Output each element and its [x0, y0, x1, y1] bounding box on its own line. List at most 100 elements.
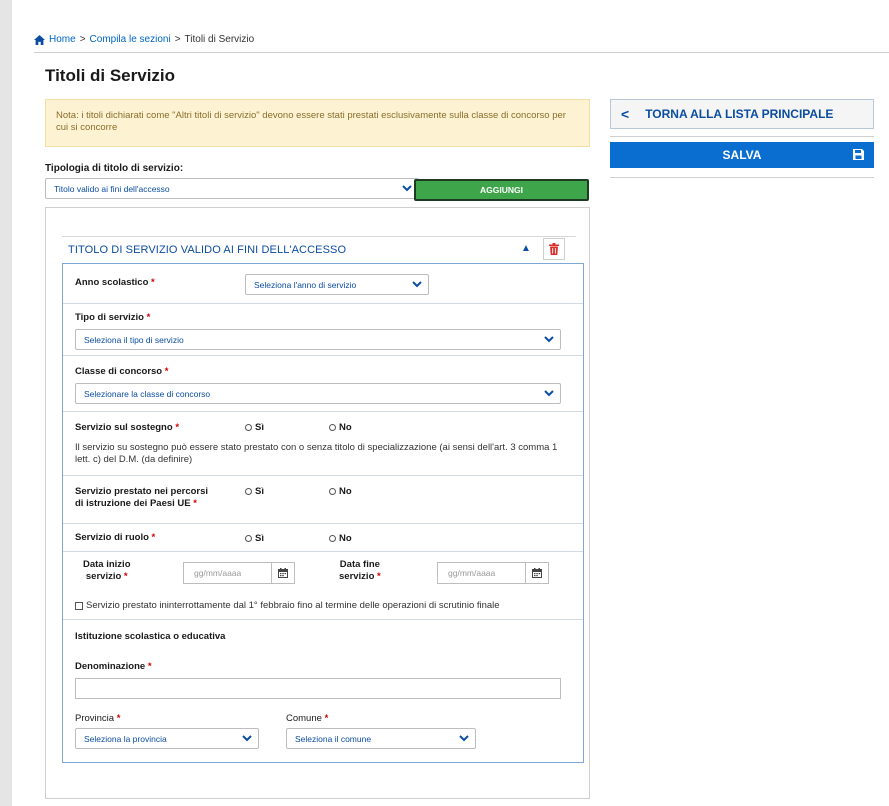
- floppy-disk-icon: [853, 149, 864, 160]
- start-date-calendar-button[interactable]: [271, 562, 295, 584]
- chevron-down-icon: [544, 390, 554, 397]
- continuous-service-label: Servizio prestato ininterrottamente dal …: [86, 600, 500, 611]
- radio-label: Sì: [255, 533, 264, 544]
- tipo-label: Tipo di servizio *: [75, 312, 150, 324]
- denominazione-label-text: Denominazione: [75, 661, 146, 672]
- tipologia-label: Tipologia di titolo di servizio:: [45, 163, 184, 174]
- provincia-label-text: Provincia: [75, 713, 115, 724]
- save-label: SALVA: [722, 148, 762, 162]
- end-date-label-line2: servizio: [339, 571, 375, 582]
- anno-row: Anno scolastico * Seleziona l'anno di se…: [63, 264, 583, 304]
- info-note: Nota: i titoli dichiarati come "Altri ti…: [45, 99, 590, 147]
- required-mark: *: [147, 661, 152, 672]
- calendar-icon: [278, 568, 288, 578]
- page: Home > Compila le sezioni > Titoli di Se…: [12, 0, 889, 806]
- anno-select-value: Seleziona l'anno di servizio: [254, 279, 357, 290]
- comune-select-value: Seleziona il comune: [295, 733, 372, 744]
- istituzione-section: Istituzione scolastica o educativa Denom…: [63, 620, 583, 760]
- comune-label-text: Comune: [286, 713, 322, 724]
- comune-select[interactable]: Seleziona il comune: [286, 728, 476, 749]
- ue-yes-radio[interactable]: Sì: [245, 486, 264, 497]
- ue-label: Servizio prestato nei percorsi di istruzi…: [75, 486, 208, 510]
- start-date-label-line1: Data inizio: [83, 559, 131, 570]
- ruolo-no-radio[interactable]: No: [329, 533, 352, 544]
- sostegno-row: Servizio sul sostegno * Sì No Il servizi…: [63, 412, 583, 476]
- end-date-label-line1: Data fine: [339, 559, 380, 570]
- back-to-list-button[interactable]: < TORNA ALLA LISTA PRINCIPALE: [610, 99, 874, 129]
- calendar-icon: [532, 568, 542, 578]
- anno-label-text: Anno scolastico: [75, 277, 149, 288]
- anno-label: Anno scolastico *: [75, 277, 155, 289]
- continuous-service-checkbox[interactable]: Servizio prestato ininterrottamente dal …: [75, 600, 500, 611]
- istituzione-heading: Istituzione scolastica o educativa: [75, 631, 226, 642]
- ruolo-yes-radio[interactable]: Sì: [245, 533, 264, 544]
- breadcrumb-current: Titoli di Servizio: [184, 34, 255, 45]
- date-row: Data inizio servizio * gg/mm/aaaa Data fi…: [63, 552, 583, 620]
- tipologia-selected-value: Titolo valido ai fini dell'accesso: [54, 183, 170, 194]
- tipo-label-text: Tipo di servizio: [75, 312, 144, 323]
- classe-label: Classe di concorso *: [75, 366, 168, 378]
- ruolo-label-text: Servizio di ruolo: [75, 532, 149, 543]
- radio-label: No: [339, 486, 352, 497]
- end-date-calendar-button[interactable]: [525, 562, 549, 584]
- breadcrumb-home-link[interactable]: Home: [49, 34, 76, 45]
- denominazione-input[interactable]: [75, 678, 561, 699]
- radio-circle: [245, 488, 252, 495]
- tipo-select-value: Seleziona il tipo di servizio: [84, 334, 184, 345]
- ruolo-label: Servizio di ruolo *: [75, 532, 155, 544]
- start-date-input[interactable]: gg/mm/aaaa: [183, 562, 277, 584]
- end-date-label: Data fine servizio *: [339, 559, 381, 583]
- sostegno-no-radio[interactable]: No: [329, 422, 352, 433]
- page-title: Titoli di Servizio: [45, 66, 176, 85]
- required-mark: *: [175, 422, 180, 433]
- breadcrumb-separator: >: [174, 34, 181, 45]
- chevron-down-icon: [459, 735, 469, 742]
- provincia-select[interactable]: Seleziona la provincia: [75, 728, 259, 749]
- sostegno-label: Servizio sul sostegno *: [75, 422, 179, 434]
- add-button[interactable]: AGGIUNGI: [414, 179, 589, 201]
- chevron-left-icon: <: [621, 106, 630, 122]
- required-mark: *: [146, 312, 151, 323]
- radio-circle: [245, 424, 252, 431]
- sostegno-yes-radio[interactable]: Sì: [245, 422, 264, 433]
- radio-circle: [329, 488, 336, 495]
- anno-select[interactable]: Seleziona l'anno di servizio: [245, 274, 429, 295]
- breadcrumb-separator: >: [79, 34, 86, 45]
- comune-label: Comune *: [286, 713, 328, 724]
- tipo-select[interactable]: Seleziona il tipo di servizio: [75, 329, 561, 350]
- classe-select-value: Selezionare la classe di concorso: [84, 388, 211, 399]
- ue-no-radio[interactable]: No: [329, 486, 352, 497]
- collapse-chevron-up-icon[interactable]: ▲: [520, 243, 532, 255]
- tipologia-select[interactable]: Titolo valido ai fini dell'accesso: [45, 178, 419, 199]
- classe-select[interactable]: Selezionare la classe di concorso: [75, 383, 561, 404]
- home-icon: [34, 34, 45, 45]
- checkbox-box: [75, 601, 83, 610]
- sostegno-label-text: Servizio sul sostegno: [75, 422, 173, 433]
- required-mark: *: [151, 532, 156, 543]
- required-mark: *: [116, 713, 121, 724]
- back-to-list-label: TORNA ALLA LISTA PRINCIPALE: [645, 107, 834, 121]
- end-date-input[interactable]: gg/mm/aaaa: [437, 562, 531, 584]
- card-title: TITOLO DI SERVIZIO VALIDO AI FINI DELL'A…: [68, 244, 347, 256]
- chevron-down-icon: [242, 735, 252, 742]
- sostegno-hint: Il servizio su sostegno può essere stato…: [75, 442, 558, 465]
- side-divider: [610, 177, 874, 178]
- required-mark: *: [123, 571, 128, 582]
- chevron-down-icon: [402, 185, 412, 192]
- denominazione-label: Denominazione *: [75, 661, 152, 673]
- radio-circle: [329, 535, 336, 542]
- chevron-down-icon: [544, 336, 554, 343]
- radio-circle: [329, 424, 336, 431]
- breadcrumb-compila-link[interactable]: Compila le sezioni: [90, 34, 171, 45]
- chevron-down-icon: [412, 281, 422, 288]
- radio-label: Sì: [255, 486, 264, 497]
- radio-circle: [245, 535, 252, 542]
- radio-label: Sì: [255, 422, 264, 433]
- delete-button[interactable]: [543, 238, 565, 260]
- breadcrumb-divider: [34, 52, 889, 53]
- save-button[interactable]: SALVA: [610, 142, 874, 168]
- ue-row: Servizio prestato nei percorsi di istruzi…: [63, 476, 583, 524]
- required-mark: *: [193, 498, 197, 509]
- required-mark: *: [377, 571, 381, 582]
- classe-row: Classe di concorso * Selezionare la clas…: [63, 356, 583, 412]
